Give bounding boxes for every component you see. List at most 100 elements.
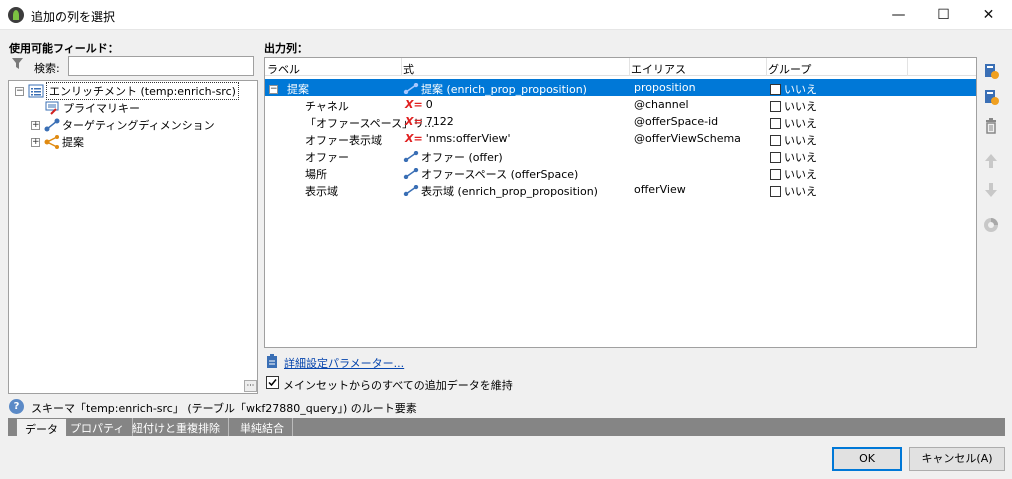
advanced-parameters-icon: [267, 354, 277, 368]
row-group[interactable]: いいえ: [770, 149, 817, 165]
link-icon: [403, 185, 419, 196]
row-group[interactable]: いいえ: [770, 98, 817, 114]
row-group[interactable]: いいえ: [770, 81, 817, 97]
table-row-channel[interactable]: チャネル X= 0 @channel いいえ: [265, 96, 976, 113]
row-group[interactable]: いいえ: [770, 166, 817, 182]
collapse-toggle[interactable]: −: [269, 81, 282, 94]
move-down-icon[interactable]: [982, 181, 1000, 199]
column-header-group[interactable]: グループ: [768, 61, 811, 77]
maximize-button[interactable]: ☐: [921, 0, 966, 30]
row-expression: オファースペース (offerSpace): [403, 166, 578, 182]
trash-icon[interactable]: [982, 117, 1000, 135]
table-row-view-area[interactable]: 表示域 表示域 (enrich_prop_proposition) offerV…: [265, 181, 976, 198]
row-group[interactable]: いいえ: [770, 132, 817, 148]
output-columns-grid[interactable]: ラベル 式 エイリアス グループ − 提案 提案 (enrich_prop_pr…: [264, 57, 977, 348]
cancel-button[interactable]: キャンセル(A): [909, 447, 1005, 471]
more-button[interactable]: ···: [244, 380, 257, 392]
expression-icon: X=: [405, 115, 423, 128]
row-label: 提案: [287, 83, 309, 96]
group-checkbox[interactable]: [770, 84, 781, 95]
expression-icon: X=: [405, 98, 423, 111]
tree-item-primary-key[interactable]: プライマリキー: [45, 100, 140, 116]
row-expression: X= 0: [405, 98, 433, 111]
row-alias: proposition: [634, 81, 696, 94]
check-icon: [268, 379, 277, 387]
table-row-location[interactable]: 場所 オファースペース (offerSpace) いいえ: [265, 164, 976, 181]
row-alias: @offerSpace-id: [634, 115, 719, 128]
search-input[interactable]: [68, 56, 254, 76]
move-up-icon[interactable]: [982, 152, 1000, 170]
expression-icon: X=: [405, 132, 423, 145]
add-calculated-column-icon[interactable]: [982, 88, 1000, 106]
filter-icon: [12, 58, 23, 69]
tree-item-label: 提案: [62, 136, 84, 149]
link-icon: [403, 83, 419, 94]
row-alias: @offerViewSchema: [634, 132, 741, 145]
tree-item-proposition[interactable]: + 提案: [31, 134, 84, 150]
group-checkbox[interactable]: [770, 152, 781, 163]
grid-header: ラベル 式 エイリアス グループ: [265, 58, 976, 76]
add-column-icon[interactable]: [982, 62, 1000, 80]
row-expression: 表示域 (enrich_prop_proposition): [403, 183, 598, 199]
collection-icon: [44, 135, 59, 149]
tab-reconciliation[interactable]: 紐付けと重複排除: [124, 418, 229, 436]
tab-simple-join[interactable]: 単純結合: [232, 418, 293, 436]
tab-bar: データ プロパティ 紐付けと重複排除 単純結合: [8, 418, 1005, 436]
table-row-proposition[interactable]: − 提案 提案 (enrich_prop_proposition) propos…: [265, 79, 976, 96]
title-bar: 追加の列を選択 — ☐ ✕: [0, 0, 1012, 30]
available-fields-heading: 使用可能フィールド：: [9, 42, 119, 55]
column-header-expression[interactable]: 式: [403, 61, 414, 77]
row-group[interactable]: いいえ: [770, 183, 817, 199]
row-expression: 提案 (enrich_prop_proposition): [403, 81, 587, 97]
link-icon: [44, 118, 60, 132]
row-group[interactable]: いいえ: [770, 115, 817, 131]
tab-properties[interactable]: プロパティ: [62, 418, 134, 436]
row-label: オファー: [305, 151, 349, 164]
column-header-alias[interactable]: エイリアス: [631, 61, 686, 77]
tab-data[interactable]: データ: [16, 418, 67, 436]
group-checkbox[interactable]: [770, 186, 781, 197]
row-label: 表示域: [305, 185, 338, 198]
advanced-parameters-link[interactable]: 詳細設定パラメーター...: [284, 355, 404, 371]
status-text: スキーマ「temp:enrich-src」 (テーブル「wkf27880_que…: [31, 402, 417, 415]
schema-icon: [28, 84, 44, 98]
close-button[interactable]: ✕: [966, 0, 1011, 30]
tree-item-label: ターゲティングディメンション: [62, 119, 215, 132]
app-icon: [8, 7, 24, 23]
ok-button[interactable]: OK: [832, 447, 902, 471]
row-expression: X= 7122: [405, 115, 454, 128]
row-label: チャネル: [305, 100, 349, 113]
table-row-offer[interactable]: オファー オファー (offer) いいえ: [265, 147, 976, 164]
group-checkbox[interactable]: [770, 169, 781, 180]
distribution-icon[interactable]: [982, 216, 1000, 234]
row-expression: オファー (offer): [403, 149, 503, 165]
link-icon: [403, 151, 419, 162]
table-row-offer-view-area[interactable]: オファー表示域 X='nms:offerView' @offerViewSche…: [265, 130, 976, 147]
keep-data-checkbox[interactable]: [266, 376, 279, 389]
row-alias: offerView: [634, 183, 686, 196]
search-label: 検索:: [34, 62, 60, 75]
tree-item-label: エンリッチメント (temp:enrich-src): [46, 82, 239, 100]
group-checkbox[interactable]: [770, 101, 781, 112]
expand-toggle[interactable]: +: [31, 137, 40, 147]
window-title: 追加の列を選択: [31, 10, 116, 24]
row-alias: @channel: [634, 98, 689, 111]
expand-toggle[interactable]: +: [31, 120, 40, 130]
key-icon: [45, 101, 59, 115]
link-icon: [403, 168, 419, 179]
available-fields-tree[interactable]: − エンリッチメント (temp:enrich-src) プライマリキー + タ…: [8, 80, 258, 394]
group-checkbox[interactable]: [770, 118, 781, 129]
help-icon: ?: [9, 399, 24, 414]
group-checkbox[interactable]: [770, 135, 781, 146]
tree-item-label: プライマリキー: [63, 102, 140, 115]
row-label: 場所: [305, 168, 327, 181]
tree-item-enrichment[interactable]: − エンリッチメント (temp:enrich-src): [15, 82, 239, 100]
column-header-label[interactable]: ラベル: [267, 61, 300, 77]
table-row-offer-space[interactable]: 「オファースペース」リ... X= 7122 @offerSpace-id いいえ: [265, 113, 976, 130]
minimize-button[interactable]: —: [876, 0, 921, 30]
keep-data-label[interactable]: メインセットからのすべての追加データを維持: [283, 377, 513, 393]
row-label: オファー表示域: [305, 134, 382, 147]
output-columns-heading: 出力列：: [264, 42, 308, 55]
tree-item-targeting-dimension[interactable]: + ターゲティングディメンション: [31, 117, 215, 133]
collapse-toggle[interactable]: −: [15, 86, 24, 96]
